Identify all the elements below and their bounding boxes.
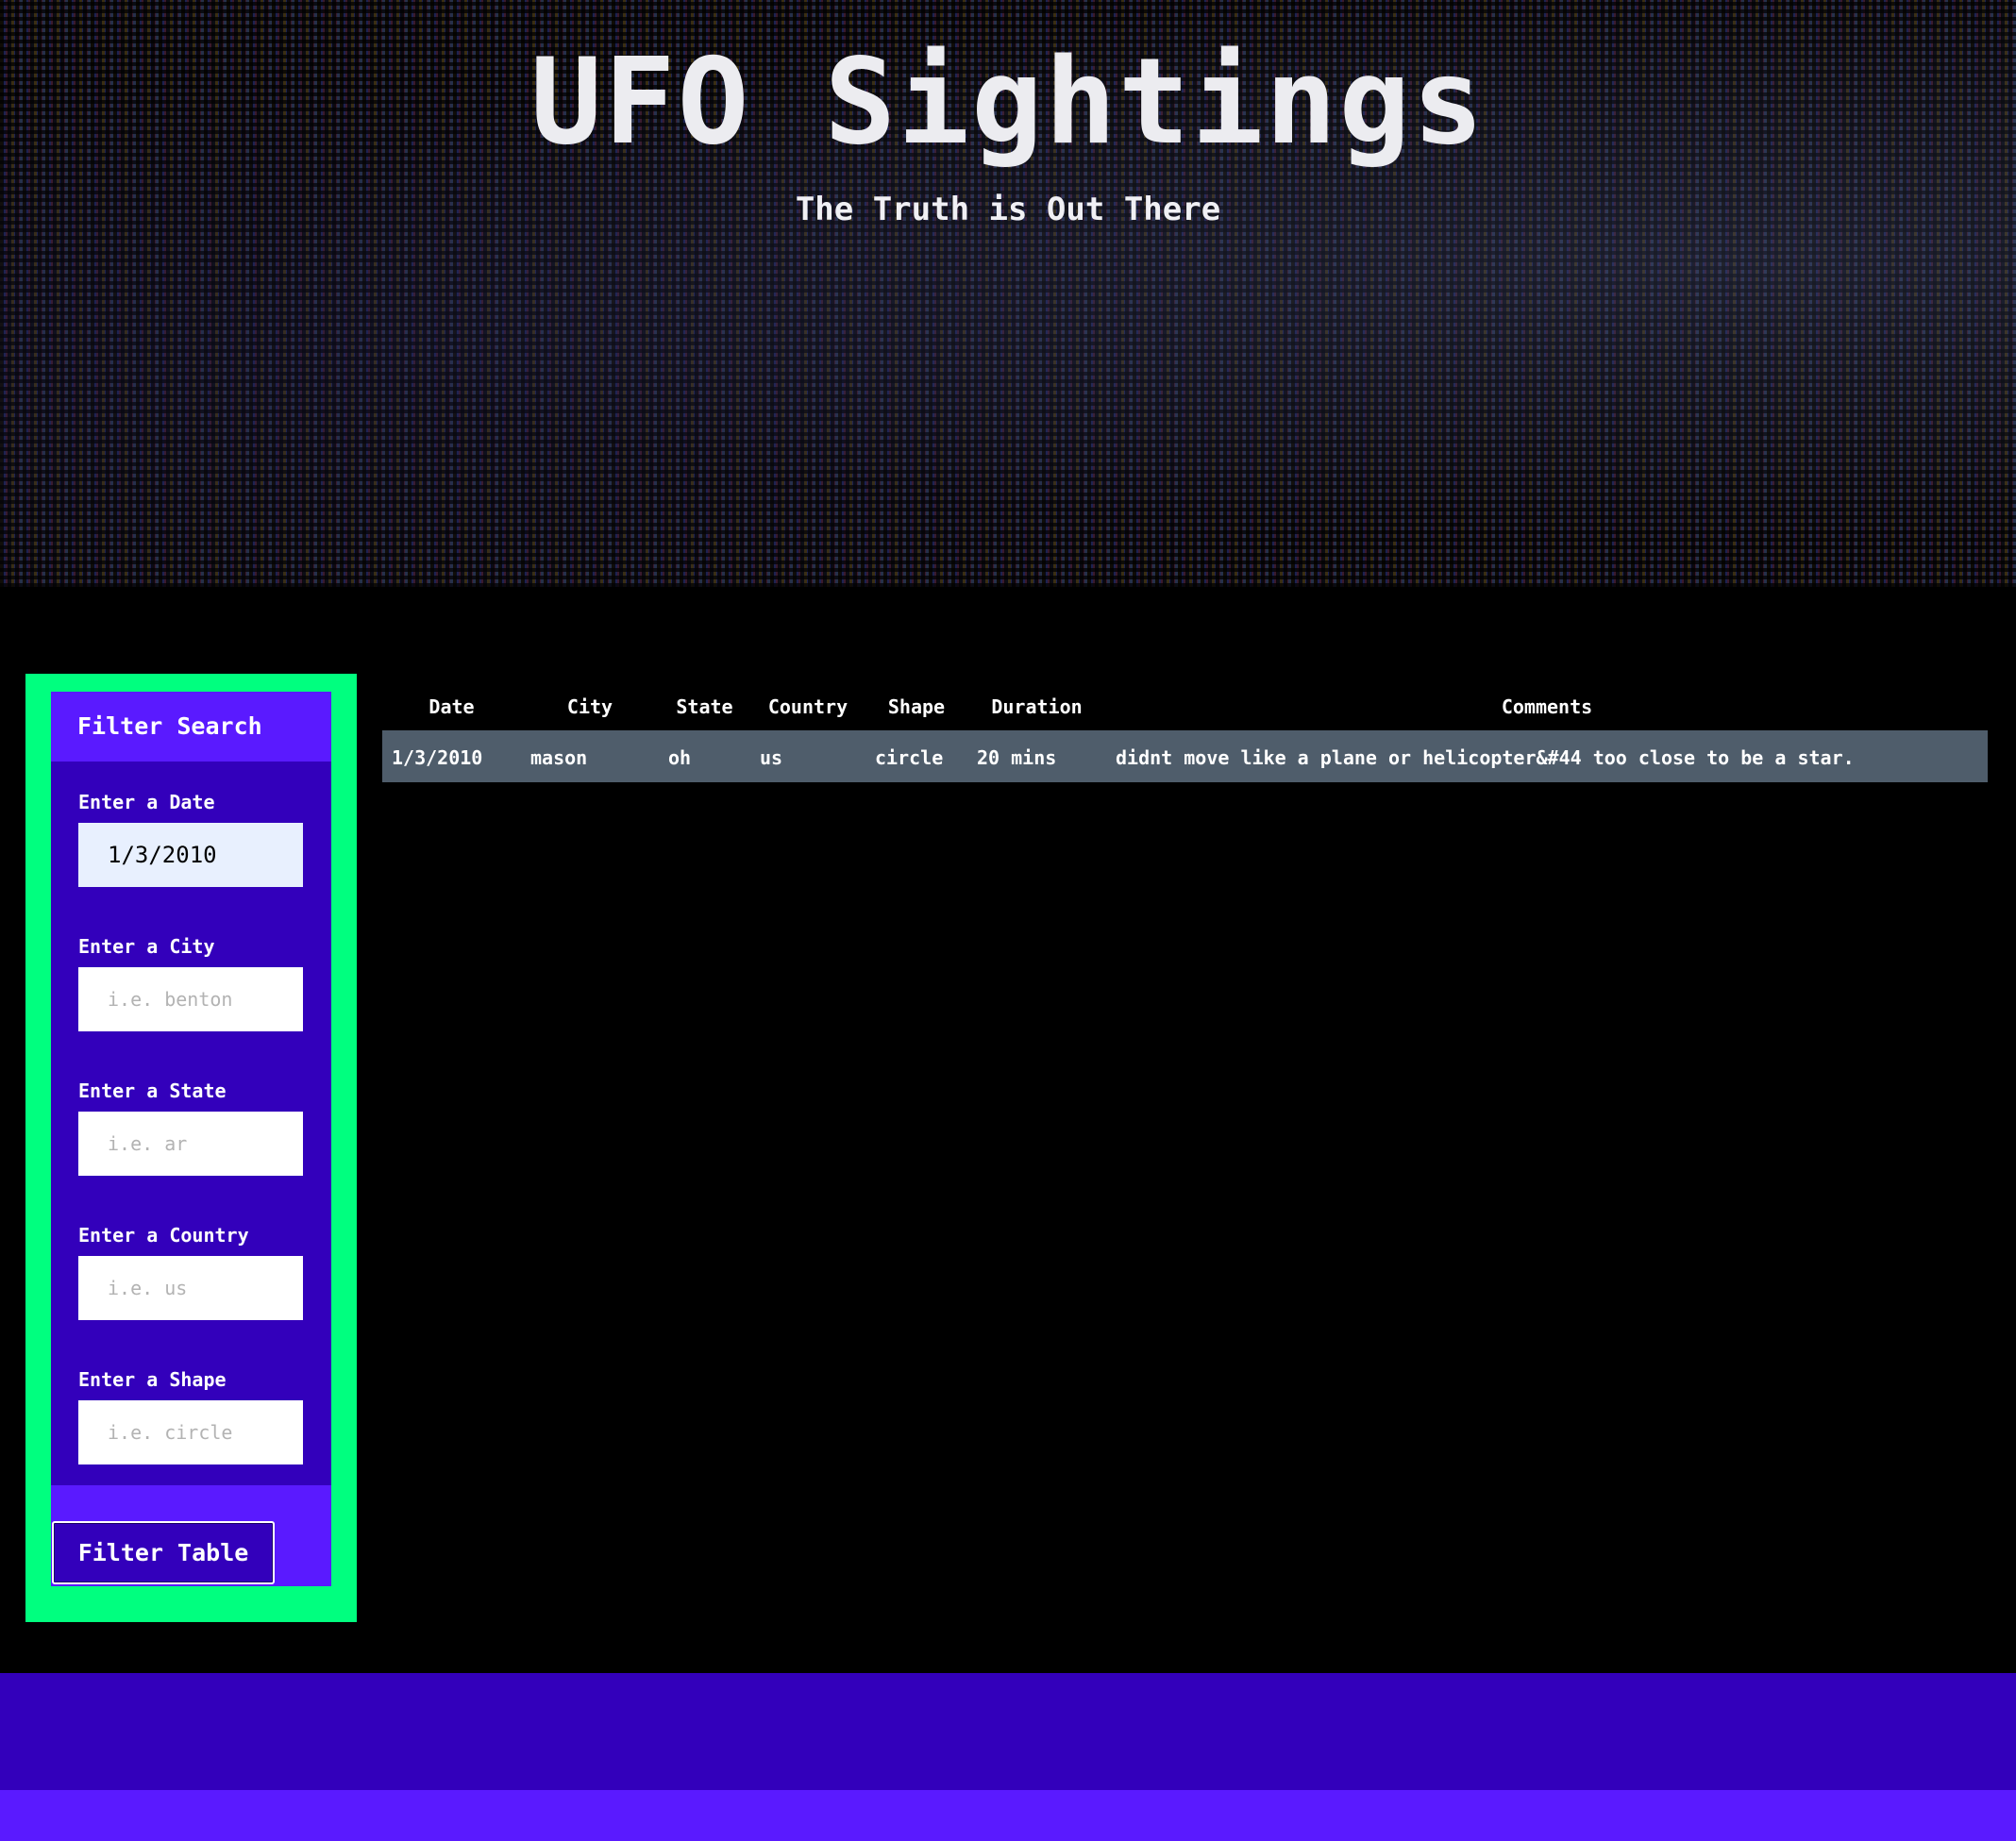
city-input[interactable] xyxy=(78,967,303,1031)
shape-field-label: Enter a Shape xyxy=(78,1368,227,1391)
footer-band-dark xyxy=(0,1673,2016,1790)
date-input[interactable] xyxy=(78,823,303,887)
column-header-state: State xyxy=(676,695,733,718)
hero-banner: UFO Sightings The Truth is Out There xyxy=(0,0,2016,587)
page-title: UFO Sightings xyxy=(529,32,1487,171)
table-row: 1/3/2010 mason oh us circle 20 mins didn… xyxy=(382,731,1988,782)
column-header-country: Country xyxy=(767,695,848,718)
column-header-city: City xyxy=(566,695,613,718)
filter-panel: Filter Search Enter a Date Enter a City … xyxy=(51,692,331,1586)
table-header-row: Date City State Country Shape Duration C… xyxy=(382,674,1988,732)
cell-state: oh xyxy=(659,731,750,782)
column-header-date: Date xyxy=(428,695,475,718)
cell-comments: didnt move like a plane or helicopter&#4… xyxy=(1106,731,1988,782)
cell-country: us xyxy=(750,731,865,782)
state-field-label: Enter a State xyxy=(78,1079,227,1102)
country-input[interactable] xyxy=(78,1256,303,1320)
shape-input[interactable] xyxy=(78,1400,303,1464)
cell-shape: circle xyxy=(865,731,967,782)
sightings-table-container: Date City State Country Shape Duration C… xyxy=(382,674,1988,782)
city-field-label: Enter a City xyxy=(78,935,215,958)
state-input[interactable] xyxy=(78,1112,303,1176)
column-header-shape: Shape xyxy=(887,695,946,718)
date-field-label: Enter a Date xyxy=(78,791,215,813)
column-header-duration: Duration xyxy=(991,695,1083,718)
page-subtitle: The Truth is Out There xyxy=(795,191,1221,228)
footer-band-light xyxy=(0,1790,2016,1841)
cell-city: mason xyxy=(521,731,659,782)
cell-duration: 20 mins xyxy=(967,731,1106,782)
sightings-table: Date City State Country Shape Duration C… xyxy=(382,674,1988,782)
filter-sidebar: Filter Search Enter a Date Enter a City … xyxy=(25,674,357,1622)
column-header-comments: Comments xyxy=(1501,695,1593,718)
page: UFO Sightings The Truth is Out There Fil… xyxy=(0,0,2016,1841)
country-field-label: Enter a Country xyxy=(78,1224,249,1247)
filter-heading: Filter Search xyxy=(51,692,331,762)
filter-button-strip: Filter Table xyxy=(51,1485,331,1586)
cell-date: 1/3/2010 xyxy=(382,731,521,782)
filter-table-button[interactable]: Filter Table xyxy=(52,1521,275,1584)
